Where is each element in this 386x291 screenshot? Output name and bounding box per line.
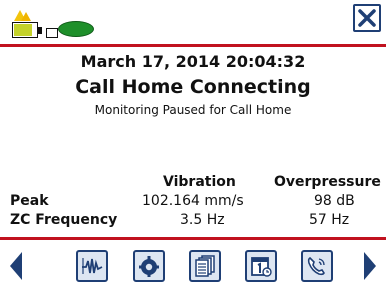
calendar-button[interactable]	[245, 250, 277, 282]
calendar-icon	[251, 257, 272, 277]
peak-vibration-value: 102.164 mm/s	[142, 193, 244, 209]
footer-divider	[0, 237, 386, 240]
row-label-zc-frequency: ZC Frequency	[10, 212, 118, 228]
waveform-icon	[82, 258, 103, 274]
files-icon	[195, 255, 215, 277]
close-button[interactable]	[353, 4, 381, 32]
status-subtitle: Monitoring Paused for Call Home	[94, 103, 292, 117]
phone-icon	[307, 257, 325, 276]
datetime: March 17, 2014 20:04:32	[80, 52, 306, 71]
column-header-vibration: Vibration	[163, 174, 236, 190]
storage-disk-icon	[58, 21, 94, 37]
monitor-gear-icon	[139, 256, 159, 277]
page-title: Call Home Connecting	[75, 76, 311, 98]
nav-next-button[interactable]	[364, 252, 376, 280]
row-label-peak: Peak	[10, 193, 49, 209]
nav-prev-button[interactable]	[10, 252, 22, 280]
peak-overpressure-value: 98 dB	[314, 193, 355, 209]
power-plug-icon	[46, 28, 58, 38]
zc-overpressure-value: 57 Hz	[309, 212, 350, 228]
monitor-settings-button[interactable]	[133, 250, 165, 282]
battery-charging-icon	[12, 10, 42, 40]
call-home-button[interactable]	[301, 250, 333, 282]
files-button[interactable]	[189, 250, 221, 282]
waveform-button[interactable]	[76, 250, 108, 282]
close-icon	[358, 9, 376, 27]
zc-vibration-value: 3.5 Hz	[180, 212, 225, 228]
header-divider	[0, 44, 386, 47]
column-header-overpressure: Overpressure	[274, 174, 381, 190]
